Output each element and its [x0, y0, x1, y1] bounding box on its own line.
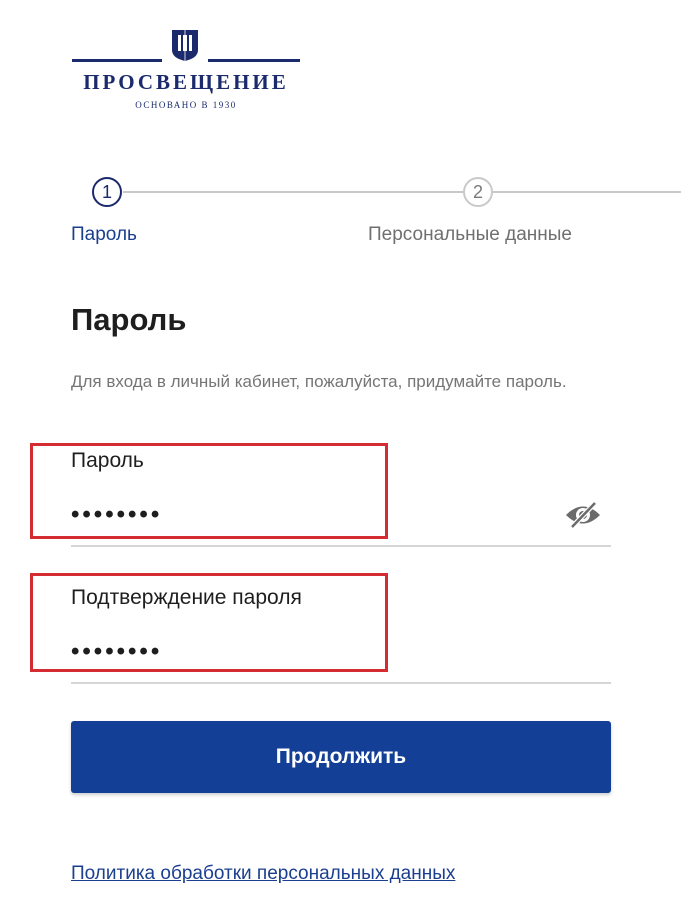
password-input[interactable]: ••••••••: [71, 501, 162, 529]
step-1-indicator: 1: [92, 177, 122, 207]
brand-name: ПРОСВЕЩЕНИЕ: [83, 70, 289, 94]
password-label: Пароль: [71, 449, 144, 472]
eye-slash-icon[interactable]: [563, 500, 603, 530]
logo-line-right: [208, 59, 300, 62]
stepper-connector-tail: [493, 191, 681, 193]
page-description: Для входа в личный кабинет, пожалуйста, …: [71, 372, 567, 391]
step-1-label: Пароль: [71, 224, 137, 245]
step-2-indicator: 2: [463, 177, 493, 207]
confirm-password-underline: [71, 682, 611, 684]
logo-emblem-icon: [172, 30, 198, 61]
confirm-password-label: Подтверждение пароля: [71, 586, 302, 609]
privacy-policy-link[interactable]: Политика обработки персональных данных: [71, 863, 455, 885]
confirm-password-input[interactable]: ••••••••: [71, 638, 162, 666]
brand-tagline: ОСНОВАНО В 1930: [135, 100, 237, 110]
stepper-connector: [123, 191, 463, 193]
page-title: Пароль: [71, 302, 187, 337]
brand-logo: ПРОСВЕЩЕНИЕ ОСНОВАНО В 1930: [72, 28, 300, 118]
logo-line-left: [72, 59, 162, 62]
step-2-label: Персональные данные: [368, 224, 572, 245]
password-underline: [71, 545, 611, 547]
continue-button[interactable]: Продолжить: [71, 721, 611, 793]
